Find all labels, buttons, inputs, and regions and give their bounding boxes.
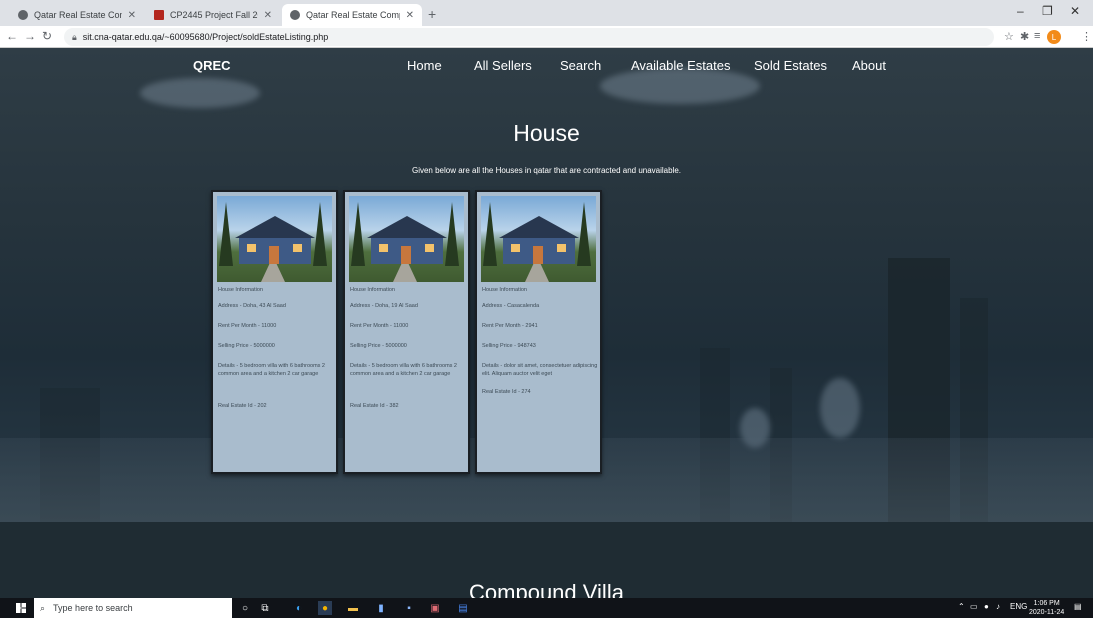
url-text: sit.cna-qatar.edu.qa/~60095680/Project/s… xyxy=(82,32,329,42)
card-estate-id: Real Estate Id - 202 xyxy=(218,403,267,409)
house-photo xyxy=(217,196,332,282)
hero-background: QREC Home All Sellers Search Available E… xyxy=(0,48,1093,522)
volume-icon[interactable]: ♪ xyxy=(996,602,1000,611)
forward-icon[interactable]: → xyxy=(24,29,36,43)
globe-icon xyxy=(290,10,300,20)
card-rent: Rent Per Month - 11000 xyxy=(350,323,409,329)
mail-icon[interactable]: ▪ xyxy=(402,601,416,615)
language-indicator[interactable]: ENG xyxy=(1010,602,1027,611)
card-rent: Rent Per Month - 11000 xyxy=(218,323,277,329)
window-close-icon[interactable]: ✕ xyxy=(1070,4,1080,18)
card-estate-id: Real Estate Id - 274 xyxy=(482,389,531,395)
nav-about[interactable]: About xyxy=(852,58,886,73)
web-page: QREC Home All Sellers Search Available E… xyxy=(0,48,1093,598)
close-icon[interactable]: ✕ xyxy=(406,10,414,21)
moodle-icon xyxy=(154,10,164,20)
nav-all-sellers[interactable]: All Sellers xyxy=(474,58,532,73)
card-price: Selling Price - 5000000 xyxy=(218,343,275,349)
site-nav: QREC Home All Sellers Search Available E… xyxy=(0,48,1093,84)
windows-start-icon[interactable] xyxy=(16,603,26,613)
card-details: Details - 5 bedroom villa with 6 bathroo… xyxy=(218,363,325,377)
extensions-icon[interactable]: ✱ xyxy=(1020,30,1029,43)
card-rent: Rent Per Month - 2941 xyxy=(482,323,538,329)
section-subtitle: Given below are all the Houses in qatar … xyxy=(411,166,682,175)
estate-card: House Information Address - Doha, 43 Al … xyxy=(211,190,338,474)
edge-icon[interactable]: ◐ xyxy=(292,601,306,615)
next-section-title: Compound Villa xyxy=(469,580,624,598)
reading-list-icon[interactable]: ≡ xyxy=(1034,30,1040,42)
browser-tab-2[interactable]: CP2445 Project Fall 2020 - CP24 ✕ xyxy=(146,4,280,26)
browser-tab-strip: Qatar Real Estate Company ✕ CP2445 Proje… xyxy=(0,0,1093,26)
profile-avatar[interactable]: L xyxy=(1047,30,1061,44)
card-details: Details - 5 bedroom villa with 6 bathroo… xyxy=(350,363,457,377)
card-price: Selling Price - 948743 xyxy=(482,343,536,349)
section-title: House xyxy=(513,120,580,146)
network-icon[interactable]: ▭ xyxy=(970,602,978,611)
taskbar: ⌕ Type here to search ○ ⧉ ◐ ● ▬ ▮ ▪ ▣ ▤ … xyxy=(0,598,1093,618)
menu-kebab-icon[interactable]: ⋮ xyxy=(1081,30,1092,43)
url-field[interactable]: 🔒︎ sit.cna-qatar.edu.qa/~60095680/Projec… xyxy=(64,28,994,46)
close-icon[interactable]: ✕ xyxy=(128,10,136,21)
taskbar-clock[interactable]: 1:06 PM 2020-11-24 xyxy=(1029,599,1064,617)
nav-home[interactable]: Home xyxy=(407,58,442,73)
file-explorer-icon[interactable]: ▬ xyxy=(346,601,360,615)
clock-time: 1:06 PM xyxy=(1033,600,1060,607)
card-price: Selling Price - 5000000 xyxy=(350,343,407,349)
clock-date: 2020-11-24 xyxy=(1029,609,1065,616)
bookmark-star-icon[interactable]: ☆ xyxy=(1004,30,1014,43)
minimize-icon[interactable]: – xyxy=(1017,4,1024,18)
task-view-icon[interactable]: ⧉ xyxy=(258,601,272,615)
card-address: Address - Doha, 19 Al Saad xyxy=(350,303,418,309)
store-icon[interactable]: ▮ xyxy=(374,601,388,615)
nav-available-estates[interactable]: Available Estates xyxy=(631,58,731,73)
card-address: Address - Doha, 43 Al Saad xyxy=(218,303,286,309)
site-logo[interactable]: QREC xyxy=(193,58,231,73)
cortana-icon[interactable]: ○ xyxy=(238,601,252,615)
reload-icon[interactable]: ↻ xyxy=(42,29,52,43)
tray-chevron-icon[interactable]: ⌃ xyxy=(958,602,965,611)
estate-card: House Information Address - Doha, 19 Al … xyxy=(343,190,470,474)
chrome-icon[interactable]: ● xyxy=(318,601,332,615)
card-details: Details - dolor sit amet, consectetuer a… xyxy=(482,363,598,377)
nav-sold-estates[interactable]: Sold Estates xyxy=(754,58,827,73)
word-icon[interactable]: ▤ xyxy=(456,601,470,615)
browser-tab-1[interactable]: Qatar Real Estate Company ✕ xyxy=(10,4,144,26)
card-estate-id: Real Estate Id - 382 xyxy=(350,403,399,409)
browser-tab-3[interactable]: Qatar Real Estate Company ✕ xyxy=(282,4,422,26)
address-bar: ← → ↻ 🔒︎ sit.cna-qatar.edu.qa/~60095680/… xyxy=(0,26,1093,48)
card-heading: House Information xyxy=(350,287,395,293)
new-tab-icon[interactable]: + xyxy=(428,6,436,22)
tab-title: CP2445 Project Fall 2020 - CP24 xyxy=(170,10,258,20)
back-icon[interactable]: ← xyxy=(6,29,18,43)
tab-title: Qatar Real Estate Company xyxy=(306,10,400,20)
estate-card: House Information Address - Casacalenda … xyxy=(475,190,602,474)
search-icon: ⌕ xyxy=(40,602,46,613)
card-address: Address - Casacalenda xyxy=(482,303,540,309)
taskbar-search-input[interactable]: ⌕ Type here to search xyxy=(34,598,232,618)
lock-icon[interactable]: 🔒︎ xyxy=(72,32,77,43)
nav-search[interactable]: Search xyxy=(560,58,601,73)
card-heading: House Information xyxy=(218,287,263,293)
notifications-icon[interactable]: ▤ xyxy=(1074,602,1082,611)
house-photo xyxy=(349,196,464,282)
card-heading: House Information xyxy=(482,287,527,293)
taskbar-search-placeholder: Type here to search xyxy=(53,603,133,613)
house-photo xyxy=(481,196,596,282)
outlook-icon[interactable]: ▣ xyxy=(428,601,442,615)
microphone-icon[interactable]: ● xyxy=(984,602,989,611)
maximize-icon[interactable]: ❐ xyxy=(1042,4,1053,18)
tab-title: Qatar Real Estate Company xyxy=(34,10,122,20)
globe-icon xyxy=(18,10,28,20)
close-icon[interactable]: ✕ xyxy=(264,10,272,21)
